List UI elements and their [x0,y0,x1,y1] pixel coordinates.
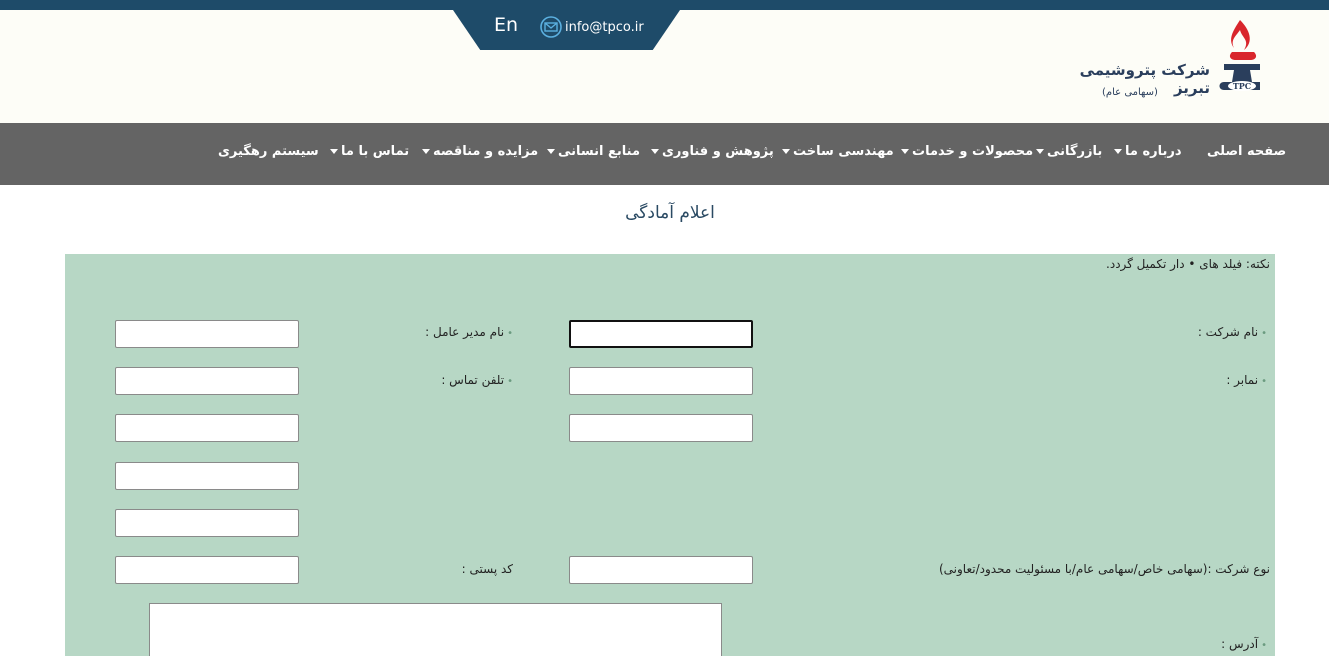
nav-home[interactable]: صفحه اصلی [1207,144,1286,159]
chevron-down-icon [1114,149,1122,154]
nav-tracking[interactable]: سیستم رهگیری [218,144,319,159]
mail-icon [540,16,562,38]
nav-commerce[interactable]: بازرگانی [1036,144,1102,159]
nav-products[interactable]: محصولات و خدمات [901,144,1033,159]
required-bullet: • [1261,328,1267,339]
required-bullet: • [1261,376,1267,387]
nav-commerce-label: بازرگانی [1047,144,1103,159]
chevron-down-icon [651,149,659,154]
fax-field-2[interactable] [569,414,753,442]
address-label-text: آدرس : [1221,637,1259,651]
phone-field-2[interactable] [115,414,299,442]
top-bar [0,0,1329,10]
phone-field-4[interactable] [115,509,299,537]
form-note: نکته: فیلد های • دار تکمیل گردد. [1106,257,1270,271]
required-bullet: • [507,328,513,339]
nav-hr[interactable]: منابع انسانی [547,144,640,159]
nav-construction[interactable]: مهندسی ساخت [782,144,894,159]
postal-code-label: کد پستی : [461,562,513,576]
nav-home-label: صفحه اصلی [1207,144,1287,159]
nav-tenders[interactable]: مزایده و مناقصه [422,144,538,159]
email-contact[interactable]: info@tpco.ir [540,16,644,38]
company-name-field[interactable] [569,320,753,348]
fax-label: •نمابر : [1226,373,1267,387]
chevron-down-icon [330,149,338,154]
ceo-name-field[interactable] [115,320,299,348]
chevron-down-icon [901,149,909,154]
nav-tracking-label: سیستم رهگیری [218,144,319,159]
nav-products-label: محصولات و خدمات [912,144,1034,159]
nav-about[interactable]: درباره ما [1114,144,1182,159]
company-name-label-text: نام شرکت : [1197,325,1259,339]
ceo-label-text: نام مدیر عامل : [425,325,505,339]
nav-contact-label: تماس با ما [341,144,410,159]
chevron-down-icon [1036,149,1044,154]
fax-label-text: نمابر : [1226,373,1259,387]
required-bullet: • [507,376,513,387]
email-text: info@tpco.ir [565,19,644,35]
address-label: •آدرس : [1221,637,1267,651]
language-switch[interactable]: En [494,14,518,36]
nav-research[interactable]: پژوهش و فناوری [651,144,774,159]
nav-hr-label: منابع انسانی [558,144,641,159]
company-name-label: •نام شرکت : [1198,325,1267,339]
ceo-label: •نام مدیر عامل : [425,325,513,339]
chevron-down-icon [547,149,555,154]
company-type-label: نوع شرکت :(سهامی خاص/سهامی عام/با مسئولی… [938,562,1270,576]
logo-text: TPC [1233,81,1251,91]
chevron-down-icon [782,149,790,154]
form-panel [65,254,1275,656]
required-bullet: • [1261,640,1267,651]
company-logo[interactable]: TPC [1214,18,1270,106]
nav-research-label: پژوهش و فناوری [662,144,774,159]
company-type-field[interactable] [569,556,753,584]
phone-label: •تلفن تماس : [441,373,513,387]
nav-about-label: درباره ما [1125,144,1182,159]
nav-contact[interactable]: تماس با ما [330,144,409,159]
fax-field[interactable] [569,367,753,395]
postal-code-field[interactable] [115,556,299,584]
nav-construction-label: مهندسی ساخت [793,144,894,159]
phone-label-text: تلفن تماس : [441,373,505,387]
address-textarea[interactable] [149,603,722,656]
chevron-down-icon [422,149,430,154]
page-title: اعلام آمادگی [625,203,715,223]
nav-tenders-label: مزایده و مناقصه [433,144,539,159]
company-subtitle: (سهامی عام) [1102,87,1158,98]
phone-field-1[interactable] [115,367,299,395]
phone-field-3[interactable] [115,462,299,490]
